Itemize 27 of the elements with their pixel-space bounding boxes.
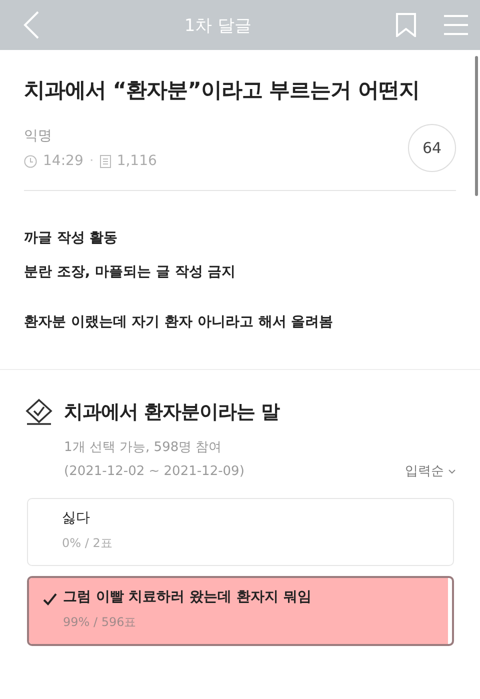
post-time: 14:29 [43, 153, 84, 169]
option-result: 99% / 596표 [63, 614, 138, 631]
header-title: 1차 달글 [184, 14, 252, 36]
poll-title: 치과에서 환자분이라는 말 [64, 400, 280, 425]
menu-icon[interactable] [444, 14, 468, 36]
view-count: 1,116 [116, 153, 157, 169]
clock-icon [24, 154, 37, 168]
caret-icon [448, 468, 456, 474]
body-text: 까글 작성 활동 [24, 230, 118, 246]
author-name: 익명 [24, 127, 53, 145]
option-label: 싫다 [62, 509, 91, 527]
poll-period: (2021-12-02 ~ 2021-12-09) [64, 464, 244, 478]
bookmark-icon[interactable] [396, 13, 416, 37]
document-icon [100, 154, 111, 168]
comment-count[interactable]: 64 [408, 124, 456, 172]
vote-icon [24, 398, 54, 426]
poll-option[interactable]: 그럼 이빨 치료하러 왔는데 환자지 뭐임 99% / 596표 [27, 576, 454, 646]
body-text: 환자분 이랬는데 자기 환자 아니라고 해서 올려봄 [24, 314, 334, 330]
body-text: 분란 조장, 마플되는 글 작성 금지 [24, 264, 236, 280]
separator-dot: · [89, 153, 94, 169]
option-label: 그럼 이빨 치료하러 왔는데 환자지 뭐임 [63, 588, 312, 606]
poll-info: 1개 선택 가능, 598명 참여 [64, 440, 222, 455]
sort-dropdown[interactable]: 입력순 [405, 462, 456, 480]
post-title: 치과에서 “환자분”이라고 부르는거 어떤지 [24, 77, 421, 104]
option-result: 0% / 2표 [62, 535, 112, 552]
poll-option[interactable]: 싫다 0% / 2표 [27, 498, 454, 566]
back-icon[interactable] [22, 10, 40, 40]
